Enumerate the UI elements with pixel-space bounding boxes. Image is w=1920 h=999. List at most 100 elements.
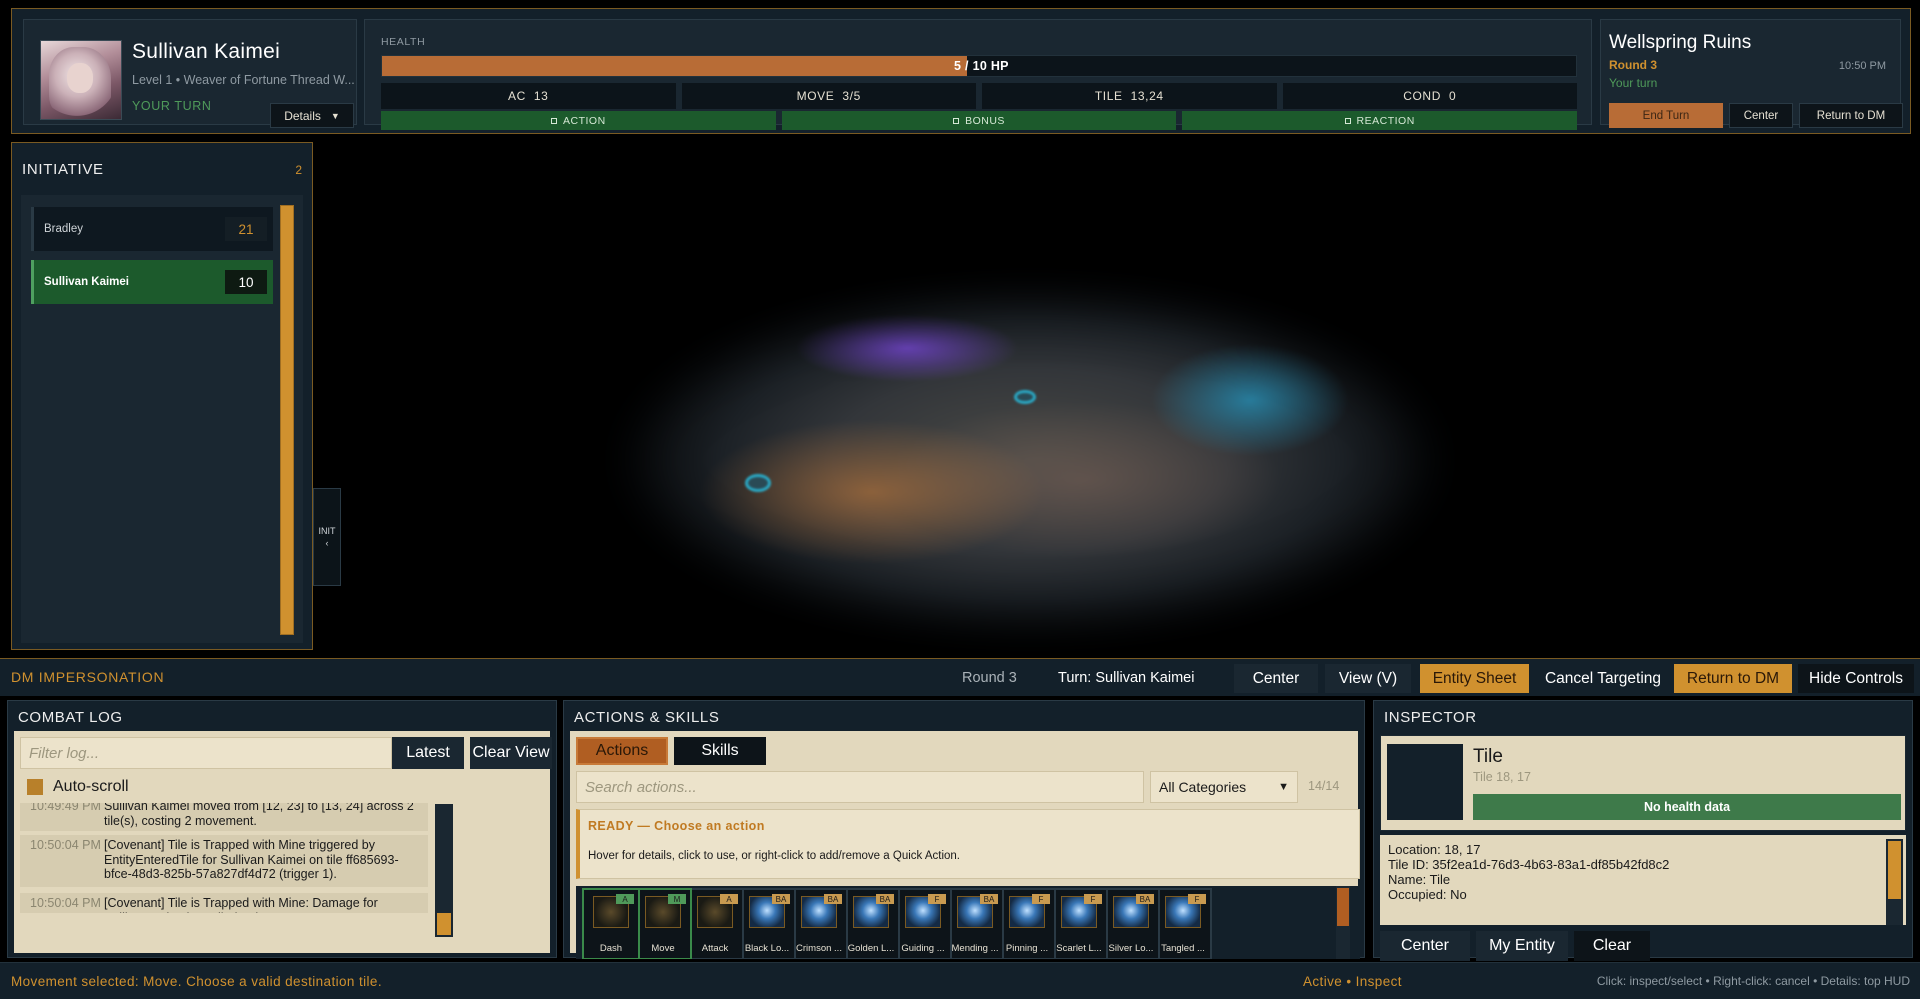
action-card-label: Mending ... [951, 943, 999, 954]
latest-button[interactable]: Latest [392, 737, 464, 769]
economy-bonus: BONUS [781, 111, 1177, 130]
log-scrollbar[interactable] [435, 804, 453, 937]
inspector-center-button[interactable]: Center [1380, 931, 1470, 961]
initiative-scrollbar[interactable] [280, 205, 294, 635]
economy-reaction: REACTION [1182, 111, 1578, 130]
action-card[interactable]: F Tangled ... [1154, 888, 1212, 959]
encounter-turn: Your turn [1609, 76, 1658, 90]
view-toggle-button[interactable]: View (V) [1325, 664, 1411, 693]
stat-label: AC [508, 89, 526, 103]
initiative-list: Bradley 21 Sullivan Kaimei 10 [21, 195, 303, 643]
encounter-time: 10:50 PM [1838, 60, 1886, 72]
action-card[interactable]: BA Silver Lo... [1102, 888, 1160, 959]
end-turn-button[interactable]: End Turn [1609, 103, 1723, 128]
action-cards: F Tangled ... BA Silver Lo... F Scarlet L... F… [576, 886, 1360, 959]
action-count: 14/14 [1308, 779, 1340, 793]
initiative-entry-name: Sullivan Kaimei [44, 276, 130, 288]
control-hint: Click: inspect/select • Right-click: can… [1596, 974, 1910, 988]
combat-log-title: COMBAT LOG [18, 709, 123, 726]
action-card[interactable]: F Pinning ... [998, 888, 1056, 959]
dm-bar-turn: Turn: Sullivan Kaimei [1058, 670, 1195, 686]
battle-map[interactable] [590, 260, 1470, 660]
chevron-left-icon: ‹ [325, 538, 329, 548]
action-card[interactable]: BA Crimson ... [790, 888, 848, 959]
entity-token[interactable] [745, 474, 771, 492]
action-card[interactable]: BA Golden L... [842, 888, 900, 959]
dm-return-to-dm-button[interactable]: Return to DM [1674, 664, 1792, 693]
autoscroll-label: Auto-scroll [53, 778, 129, 795]
center-button[interactable]: Center [1729, 103, 1793, 128]
inspector-title: INSPECTOR [1384, 709, 1477, 726]
return-to-dm-button[interactable]: Return to DM [1799, 103, 1903, 128]
health-label: HEALTH [381, 36, 426, 48]
character-subtitle: Level 1 • Weaver of Fortune Thread W... [132, 73, 355, 87]
action-type-badge: BA [876, 894, 894, 904]
initiative-toggle-tab[interactable]: INIT ‹ [313, 488, 341, 586]
cards-scrollbar[interactable] [1336, 886, 1350, 959]
stat-value: 13 [533, 89, 549, 103]
entity-token[interactable] [1014, 390, 1036, 404]
category-value: All Categories [1159, 779, 1247, 795]
tab-skills[interactable]: Skills [674, 737, 766, 765]
action-card[interactable]: M Move [634, 888, 692, 959]
entity-sheet-button[interactable]: Entity Sheet [1420, 664, 1529, 693]
ready-title: READY — Choose an action [588, 819, 765, 833]
action-card[interactable]: A Attack [686, 888, 744, 959]
initiative-entry-value: 21 [225, 217, 267, 241]
character-name: Sullivan Kaimei [132, 40, 281, 63]
clear-view-button[interactable]: Clear View [470, 737, 552, 769]
tab-actions[interactable]: Actions [576, 737, 668, 765]
hide-controls-button[interactable]: Hide Controls [1798, 664, 1914, 693]
economy-label: REACTION [1356, 114, 1415, 127]
character-card: Sullivan Kaimei Level 1 • Weaver of Fort… [23, 19, 357, 128]
action-card[interactable]: F Scarlet L... [1050, 888, 1108, 959]
stat-value: 13,24 [1130, 89, 1164, 103]
checkbox-icon [953, 117, 960, 124]
actions-tabs: Actions Skills [576, 737, 766, 765]
initiative-entry-active[interactable]: Sullivan Kaimei 10 [31, 260, 273, 304]
action-card[interactable]: BA Black Lo... [738, 888, 796, 959]
action-economy: ACTION BONUS REACTION [381, 111, 1578, 130]
inspector-buttons: Center My Entity Clear [1380, 931, 1650, 961]
category-select[interactable]: All Categories ▼ [1150, 771, 1298, 803]
action-card[interactable]: F Guiding ... [894, 888, 952, 959]
action-card-label: Move [651, 943, 675, 954]
combat-log-body: Filter log... Latest Clear View Auto-scr… [14, 731, 552, 953]
inspector-subtitle: Tile 18, 17 [1473, 770, 1531, 784]
health-card: HEALTH 5 / 10 HP AC 13 MOVE 3/5 TILE 13,24 CON… [364, 19, 1592, 130]
chevron-down-icon: ▼ [330, 110, 340, 121]
action-type-badge: BA [772, 894, 790, 904]
log-time: 10:49:49 PM [30, 803, 101, 813]
initiative-entry[interactable]: Bradley 21 [31, 207, 273, 251]
character-portrait[interactable] [40, 40, 122, 120]
initiative-title: INITIATIVE [22, 161, 104, 178]
mode-indicator: Active • Inspect [1303, 974, 1402, 989]
dm-bar-title: DM IMPERSONATION [11, 669, 165, 685]
autoscroll-toggle[interactable]: Auto-scroll [27, 778, 129, 796]
actions-body: Actions Skills Search actions... All Cat… [570, 731, 1360, 959]
inspector-summary: Tile Tile 18, 17 No health data [1380, 735, 1906, 831]
inspector-clear-button[interactable]: Clear [1574, 931, 1650, 961]
stat-cond: COND 0 [1282, 83, 1577, 109]
stat-ac: AC 13 [381, 83, 676, 109]
action-card[interactable]: BA Mending ... [946, 888, 1004, 959]
details-button[interactable]: Details ▼ [270, 103, 354, 128]
inspector-details: Location: 18, 17 Tile ID: 35f2ea1d-76d3-… [1380, 835, 1906, 925]
my-entity-button[interactable]: My Entity [1476, 931, 1568, 961]
action-type-badge: A [720, 894, 738, 904]
action-search-input[interactable]: Search actions... [576, 771, 1144, 803]
action-card[interactable]: A Dash [582, 888, 640, 959]
log-entry: 10:49:49 PM Sullivan Kaimei moved from [… [20, 803, 428, 831]
dm-impersonation-bar: DM IMPERSONATION Round 3 Turn: Sullivan … [0, 658, 1920, 696]
dm-center-button[interactable]: Center [1234, 664, 1318, 693]
health-bar: 5 / 10 HP [381, 55, 1577, 77]
turn-indicator: YOUR TURN [132, 99, 212, 113]
health-text: 5 / 10 HP [954, 59, 1009, 73]
action-type-badge: F [1084, 894, 1102, 904]
log-filter-input[interactable]: Filter log... [20, 737, 392, 769]
inspector-body: Tile Tile 18, 17 No health data Location… [1374, 731, 1912, 961]
stat-label: TILE [1094, 89, 1123, 103]
log-entries: 10:49:49 PM Sullivan Kaimei moved from [… [20, 803, 428, 913]
inspector-scrollbar[interactable] [1886, 839, 1903, 925]
cancel-targeting-button[interactable]: Cancel Targeting [1540, 660, 1666, 696]
